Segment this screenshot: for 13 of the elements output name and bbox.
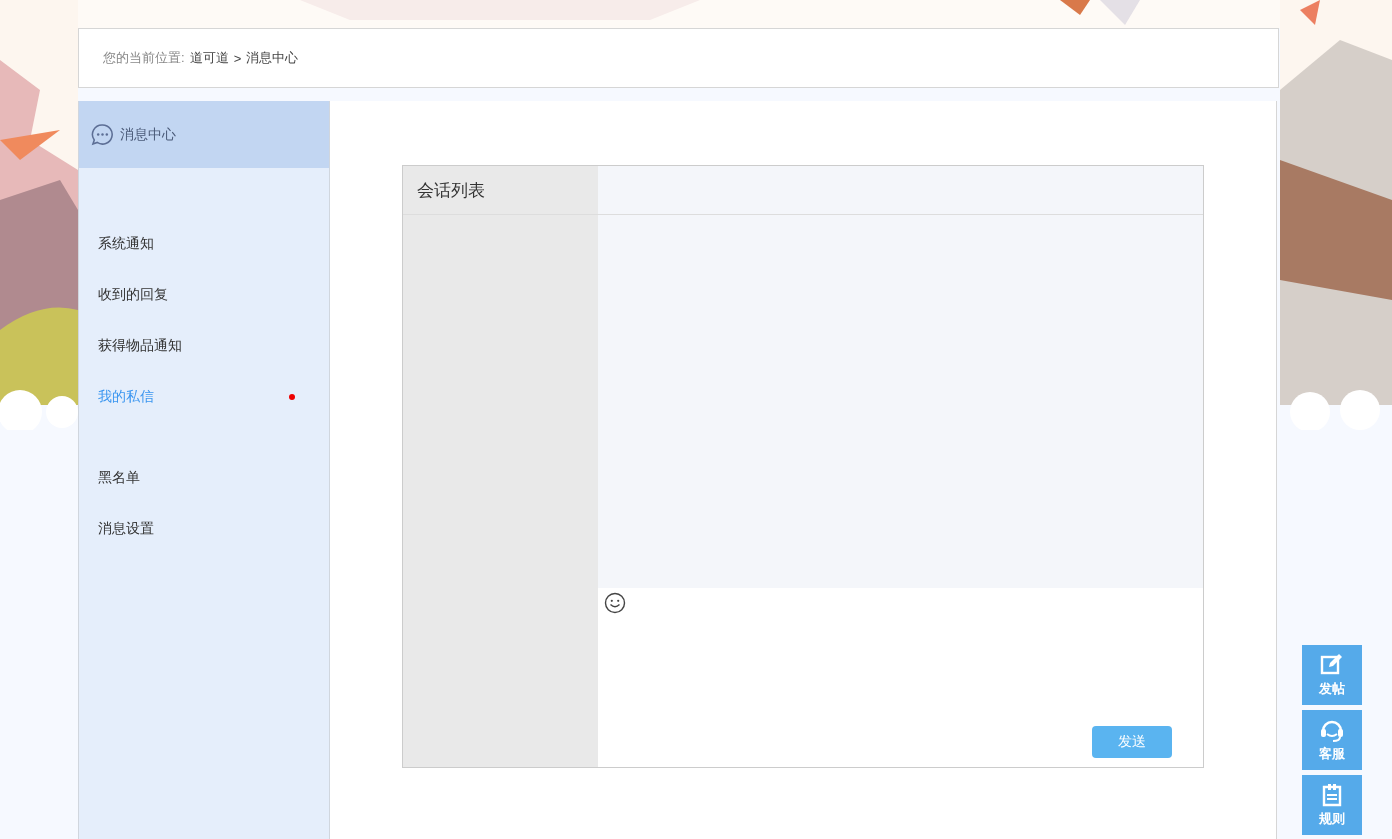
- sidebar-item[interactable]: 黑名单: [79, 452, 329, 503]
- breadcrumb-link[interactable]: 消息中心: [246, 49, 299, 67]
- sidebar-item[interactable]: 获得物品通知: [79, 320, 329, 371]
- sidebar-item[interactable]: 收到的回复: [79, 269, 329, 320]
- breadcrumb-separator: >: [233, 50, 242, 66]
- sidebar-item[interactable]: 消息设置: [79, 503, 329, 554]
- conversation-list-title: 会话列表: [417, 179, 485, 202]
- chat-bubble-icon: [91, 123, 114, 146]
- emoji-icon[interactable]: [604, 592, 626, 614]
- location-label: 您的当前位置:: [103, 49, 185, 67]
- sidebar-item[interactable]: 系统通知: [79, 218, 329, 269]
- breadcrumb-link[interactable]: 道可道: [189, 49, 229, 67]
- sidebar-title: 消息中心: [120, 125, 176, 144]
